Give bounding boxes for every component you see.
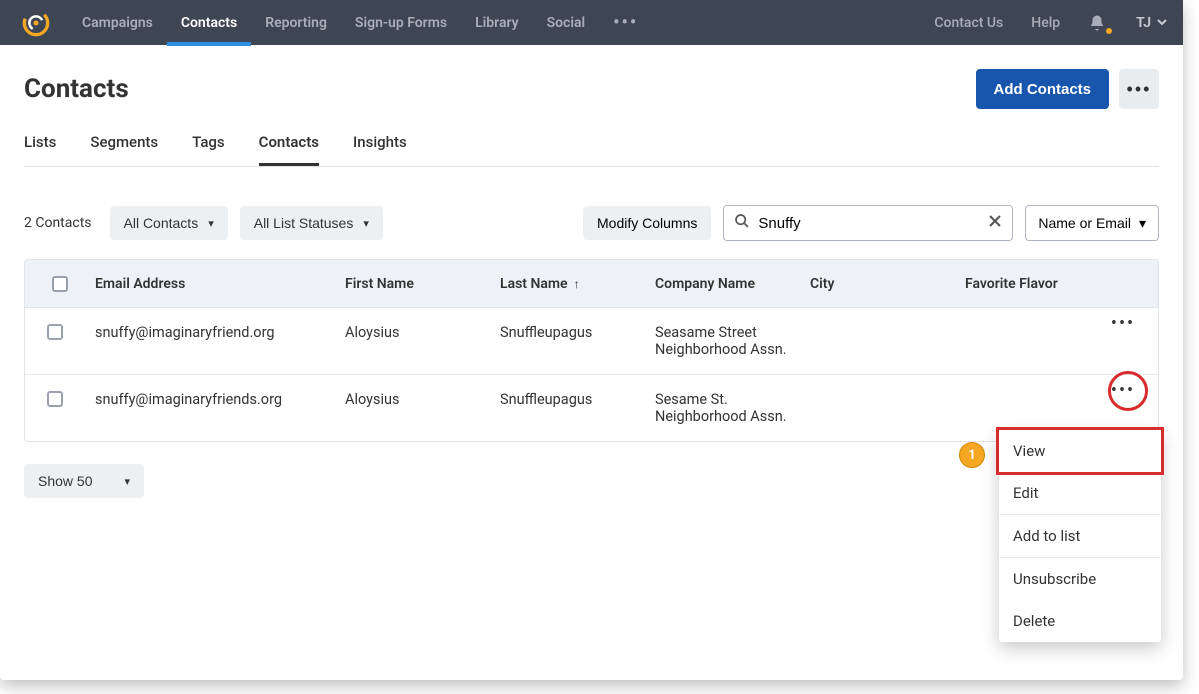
cell-email[interactable]: snuffy@imaginaryfriend.org	[95, 324, 345, 341]
user-initials: TJ	[1136, 15, 1151, 31]
chevron-down-icon: ▾	[363, 217, 369, 230]
subtab-contacts[interactable]: Contacts	[259, 133, 319, 166]
page-size-select[interactable]: Show 50 ▾	[24, 464, 144, 498]
col-header-company[interactable]: Company Name	[655, 276, 810, 292]
col-header-last-name-label: Last Name	[500, 276, 568, 292]
annotation-badge-1: 1	[959, 442, 985, 468]
sort-ascending-icon: ↑	[574, 277, 580, 291]
filter-all-statuses[interactable]: All List Statuses ▾	[240, 206, 383, 240]
menu-item-add-to-list[interactable]: Add to list	[999, 515, 1161, 557]
menu-item-view[interactable]: View	[996, 427, 1164, 475]
filter-all-statuses-label: All List Statuses	[254, 215, 354, 231]
cell-company: Seasame Street Neighborhood Assn.	[655, 324, 810, 358]
nav-social[interactable]: Social	[533, 0, 600, 45]
nav-more-icon[interactable]: •••	[599, 0, 652, 45]
search-icon	[734, 213, 750, 233]
subtab-lists[interactable]: Lists	[24, 133, 56, 166]
nav-contact-us[interactable]: Contact Us	[920, 15, 1017, 31]
search-scope-select[interactable]: Name or Email ▾	[1025, 205, 1159, 241]
select-all-checkbox[interactable]	[52, 276, 68, 292]
col-header-first-name[interactable]: First Name	[345, 276, 500, 292]
cell-last-name: Snuffleupagus	[500, 391, 655, 408]
cell-last-name: Snuffleupagus	[500, 324, 655, 341]
pager: Show 50 ▾	[24, 464, 1159, 498]
app-logo[interactable]	[12, 0, 60, 45]
chevron-down-icon: ▾	[1139, 215, 1146, 232]
add-contacts-button[interactable]: Add Contacts	[976, 69, 1110, 109]
subtab-segments[interactable]: Segments	[90, 133, 158, 166]
filter-all-contacts[interactable]: All Contacts ▾	[110, 206, 228, 240]
table-row: snuffy@imaginaryfriends.org Aloysius Snu…	[25, 375, 1158, 441]
subtabs: Lists Segments Tags Contacts Insights	[24, 133, 1159, 167]
row-checkbox[interactable]	[47, 324, 63, 340]
menu-item-edit[interactable]: Edit	[999, 472, 1161, 514]
cell-first-name: Aloysius	[345, 324, 500, 341]
row-checkbox[interactable]	[47, 391, 63, 407]
col-header-city[interactable]: City	[810, 276, 965, 292]
search-field-wrap	[723, 205, 1013, 241]
nav-library[interactable]: Library	[461, 0, 533, 45]
nav-contacts[interactable]: Contacts	[167, 0, 251, 45]
top-nav: Campaigns Contacts Reporting Sign-up For…	[0, 0, 1183, 45]
page-title: Contacts	[24, 74, 129, 104]
chevron-down-icon	[1157, 15, 1167, 31]
contacts-count-label: 2 Contacts	[24, 215, 92, 231]
menu-item-unsubscribe[interactable]: Unsubscribe	[999, 558, 1161, 600]
modify-columns-button[interactable]: Modify Columns	[583, 206, 711, 240]
col-header-email[interactable]: Email Address	[95, 276, 345, 292]
chevron-down-icon: ▾	[124, 475, 130, 488]
nav-help[interactable]: Help	[1017, 15, 1074, 31]
nav-campaigns[interactable]: Campaigns	[68, 0, 167, 45]
cell-email[interactable]: snuffy@imaginaryfriends.org	[95, 391, 345, 408]
page-more-button[interactable]: •••	[1119, 69, 1159, 109]
nav-signup-forms[interactable]: Sign-up Forms	[341, 0, 461, 45]
subtab-tags[interactable]: Tags	[192, 133, 224, 166]
filter-all-contacts-label: All Contacts	[124, 215, 199, 231]
chevron-down-icon: ▾	[208, 217, 214, 230]
subtab-insights[interactable]: Insights	[353, 133, 407, 166]
table-header: Email Address First Name Last Name ↑ Com…	[25, 260, 1158, 308]
page-size-label: Show 50	[38, 473, 92, 489]
toolbar: 2 Contacts All Contacts ▾ All List Statu…	[24, 205, 1159, 241]
menu-item-delete[interactable]: Delete	[999, 600, 1161, 642]
contacts-table: Email Address First Name Last Name ↑ Com…	[24, 259, 1159, 442]
row-actions-menu: View Edit Add to list Unsubscribe Delete	[999, 430, 1161, 642]
clear-search-icon[interactable]	[988, 214, 1002, 232]
col-header-last-name[interactable]: Last Name ↑	[500, 276, 655, 292]
search-scope-label: Name or Email	[1038, 215, 1131, 231]
user-menu[interactable]: TJ	[1120, 15, 1183, 31]
search-input[interactable]	[758, 215, 980, 232]
nav-reporting[interactable]: Reporting	[251, 0, 341, 45]
col-header-flavor[interactable]: Favorite Flavor	[965, 276, 1098, 292]
primary-nav: Campaigns Contacts Reporting Sign-up For…	[68, 0, 652, 45]
notification-dot-icon	[1106, 28, 1112, 34]
table-row: snuffy@imaginaryfriend.org Aloysius Snuf…	[25, 308, 1158, 375]
cell-first-name: Aloysius	[345, 391, 500, 408]
cell-company: Sesame St. Neighborhood Assn.	[655, 391, 810, 425]
notifications-icon[interactable]	[1074, 14, 1120, 32]
